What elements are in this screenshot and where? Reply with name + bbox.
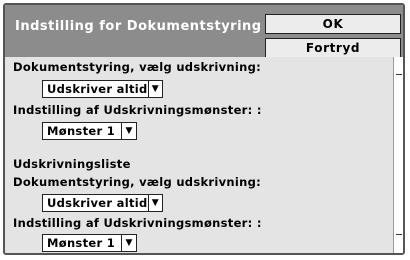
settings-dialog: Indstilling for Dokumentstyring OK Fortr… [3,3,405,255]
list-print-mode-value: Udskriver altid [47,196,148,210]
cancel-button[interactable]: Fortryd [265,38,401,58]
print-pattern-value: Mønster 1 [47,124,116,138]
print-mode-label: Dokumentstyring, vælg udskrivning: [13,60,262,74]
chevron-down-icon: ▼ [121,235,136,251]
chevron-down-icon: ▼ [147,81,162,97]
scrollbar[interactable] [394,57,403,253]
list-print-pattern-label: Indstilling af Udskrivningsmønster: : [13,216,262,230]
list-print-mode-label: Dokumentstyring, vælg udskrivning: [13,175,262,189]
settings-panel: Dokumentstyring, vælg udskrivning: Udskr… [5,57,394,253]
list-print-mode-select[interactable]: Udskriver altid ▼ [42,194,163,212]
print-pattern-select[interactable]: Mønster 1 ▼ [42,122,137,140]
list-print-pattern-select[interactable]: Mønster 1 ▼ [42,234,137,252]
print-pattern-label: Indstilling af Udskrivningsmønster: : [13,103,262,117]
scroll-marker [396,234,402,235]
chevron-down-icon: ▼ [147,195,162,211]
dialog-title: Indstilling for Dokumentstyring [15,19,262,34]
print-mode-select[interactable]: Udskriver altid ▼ [42,80,163,98]
print-mode-value: Udskriver altid [47,82,148,96]
scroll-marker [396,74,402,75]
ok-button[interactable]: OK [265,14,401,34]
chevron-down-icon: ▼ [121,123,136,139]
list-print-pattern-value: Mønster 1 [47,236,116,250]
print-list-heading: Udskrivningsliste [13,157,131,171]
dialog-header: Indstilling for Dokumentstyring OK Fortr… [5,5,403,58]
